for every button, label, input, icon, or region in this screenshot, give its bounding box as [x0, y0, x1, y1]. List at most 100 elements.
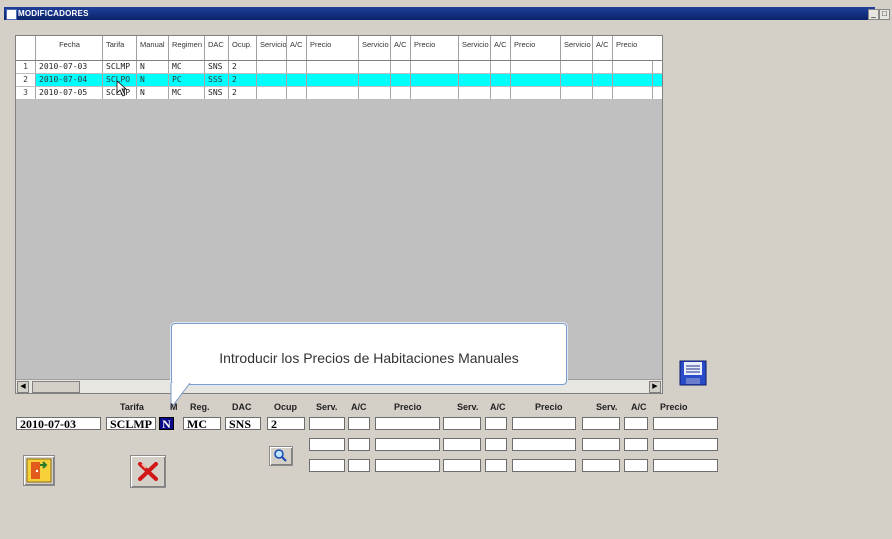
dac-field[interactable]: SNS [225, 417, 261, 430]
precio-input[interactable] [375, 417, 440, 430]
serv-input[interactable] [443, 459, 481, 472]
cell-servicio[interactable] [257, 87, 287, 99]
cell-ocup[interactable]: 2 [229, 74, 257, 86]
header-servicio-1[interactable]: Servicio [257, 36, 287, 60]
cell-precio[interactable] [411, 87, 459, 99]
cell-servicio[interactable] [561, 87, 593, 99]
cell-regimen[interactable]: PC [169, 74, 205, 86]
search-button[interactable] [269, 446, 293, 466]
ac-input[interactable] [348, 417, 370, 430]
cell-servicio[interactable] [257, 74, 287, 86]
precio-input[interactable] [375, 459, 440, 472]
cell-manual[interactable]: N [137, 74, 169, 86]
precio-input[interactable] [512, 417, 576, 430]
ac-input[interactable] [624, 438, 648, 451]
serv-input[interactable] [309, 459, 345, 472]
header-ocup[interactable]: Ocup. [229, 36, 257, 60]
cell-servicio[interactable] [459, 87, 491, 99]
restore-button[interactable]: □ [879, 9, 890, 20]
ac-input[interactable] [485, 438, 507, 451]
cell-servicio[interactable] [561, 61, 593, 73]
cell-ac[interactable] [287, 87, 307, 99]
cell-servicio[interactable] [359, 74, 391, 86]
cell-ac[interactable] [593, 61, 613, 73]
cell-ac[interactable] [593, 87, 613, 99]
cell-regimen[interactable]: MC [169, 87, 205, 99]
header-ac-3[interactable]: A/C [491, 36, 511, 60]
header-ac-4[interactable]: A/C [593, 36, 613, 60]
ac-input[interactable] [485, 459, 507, 472]
table-row[interactable]: 3 2010-07-05 SCLMP N MC SNS 2 [16, 87, 662, 100]
cell-ocup[interactable]: 2 [229, 61, 257, 73]
exit-button[interactable] [23, 455, 55, 486]
tarifa-field[interactable]: SCLMP [106, 417, 156, 430]
header-servicio-4[interactable]: Servicio [561, 36, 593, 60]
cell-manual[interactable]: N [137, 87, 169, 99]
scroll-thumb[interactable] [32, 381, 80, 393]
header-ac-1[interactable]: A/C [287, 36, 307, 60]
window-title-bar[interactable]: MODIFICADORES _ □ [0, 0, 892, 20]
cell-fecha[interactable]: 2010-07-03 [36, 61, 103, 73]
header-precio-4[interactable]: Precio [613, 36, 653, 60]
cell-ac[interactable] [391, 74, 411, 86]
precio-input[interactable] [653, 459, 718, 472]
serv-input[interactable] [309, 417, 345, 430]
precio-input[interactable] [512, 459, 576, 472]
fecha-field[interactable]: 2010-07-03 [16, 417, 101, 430]
precio-input[interactable] [653, 417, 718, 430]
cell-ac[interactable] [491, 74, 511, 86]
cell-servicio[interactable] [359, 61, 391, 73]
cell-ac[interactable] [391, 87, 411, 99]
header-dac[interactable]: DAC [205, 36, 229, 60]
cell-ac[interactable] [287, 74, 307, 86]
cell-fecha[interactable]: 2010-07-05 [36, 87, 103, 99]
cell-precio[interactable] [411, 61, 459, 73]
serv-input[interactable] [582, 438, 620, 451]
cell-servicio[interactable] [459, 74, 491, 86]
precio-input[interactable] [375, 438, 440, 451]
regimen-field[interactable]: MC [183, 417, 221, 430]
cell-tarifa[interactable]: SCLMP [103, 61, 137, 73]
header-fecha[interactable]: Fecha [36, 36, 103, 60]
cell-precio[interactable] [411, 74, 459, 86]
cell-dac[interactable]: SNS [205, 87, 229, 99]
ac-input[interactable] [624, 417, 648, 430]
serv-input[interactable] [309, 438, 345, 451]
table-row-selected[interactable]: 2 2010-07-04 SCLPO N PC SSS 2 [16, 74, 662, 87]
cell-dac[interactable]: SNS [205, 61, 229, 73]
header-servicio-2[interactable]: Servicio [359, 36, 391, 60]
scroll-left-arrow-icon[interactable]: ◀ [17, 381, 29, 393]
ac-input[interactable] [348, 438, 370, 451]
ocup-field[interactable]: 2 [267, 417, 305, 430]
cell-regimen[interactable]: MC [169, 61, 205, 73]
header-manual[interactable]: Manual [137, 36, 169, 60]
cell-precio[interactable] [307, 74, 359, 86]
cell-manual[interactable]: N [137, 61, 169, 73]
header-precio-2[interactable]: Precio [411, 36, 459, 60]
cell-precio[interactable] [511, 61, 561, 73]
cell-precio[interactable] [307, 87, 359, 99]
serv-input[interactable] [443, 417, 481, 430]
cell-ocup[interactable]: 2 [229, 87, 257, 99]
cell-ac[interactable] [287, 61, 307, 73]
serv-input[interactable] [582, 417, 620, 430]
cancel-button[interactable] [130, 455, 166, 488]
cell-ac[interactable] [593, 74, 613, 86]
ac-input[interactable] [624, 459, 648, 472]
cell-servicio[interactable] [257, 61, 287, 73]
header-regimen[interactable]: Regimen [169, 36, 205, 60]
cell-precio[interactable] [613, 74, 653, 86]
scroll-right-arrow-icon[interactable]: ▶ [649, 381, 661, 393]
cell-ac[interactable] [391, 61, 411, 73]
cell-ac[interactable] [491, 61, 511, 73]
header-ac-2[interactable]: A/C [391, 36, 411, 60]
table-row[interactable]: 1 2010-07-03 SCLMP N MC SNS 2 [16, 61, 662, 74]
serv-input[interactable] [582, 459, 620, 472]
cell-ac[interactable] [491, 87, 511, 99]
cell-precio[interactable] [511, 87, 561, 99]
cell-fecha[interactable]: 2010-07-04 [36, 74, 103, 86]
ac-input[interactable] [485, 417, 507, 430]
cell-precio[interactable] [613, 87, 653, 99]
cell-precio[interactable] [613, 61, 653, 73]
minimize-button[interactable]: _ [868, 9, 879, 20]
